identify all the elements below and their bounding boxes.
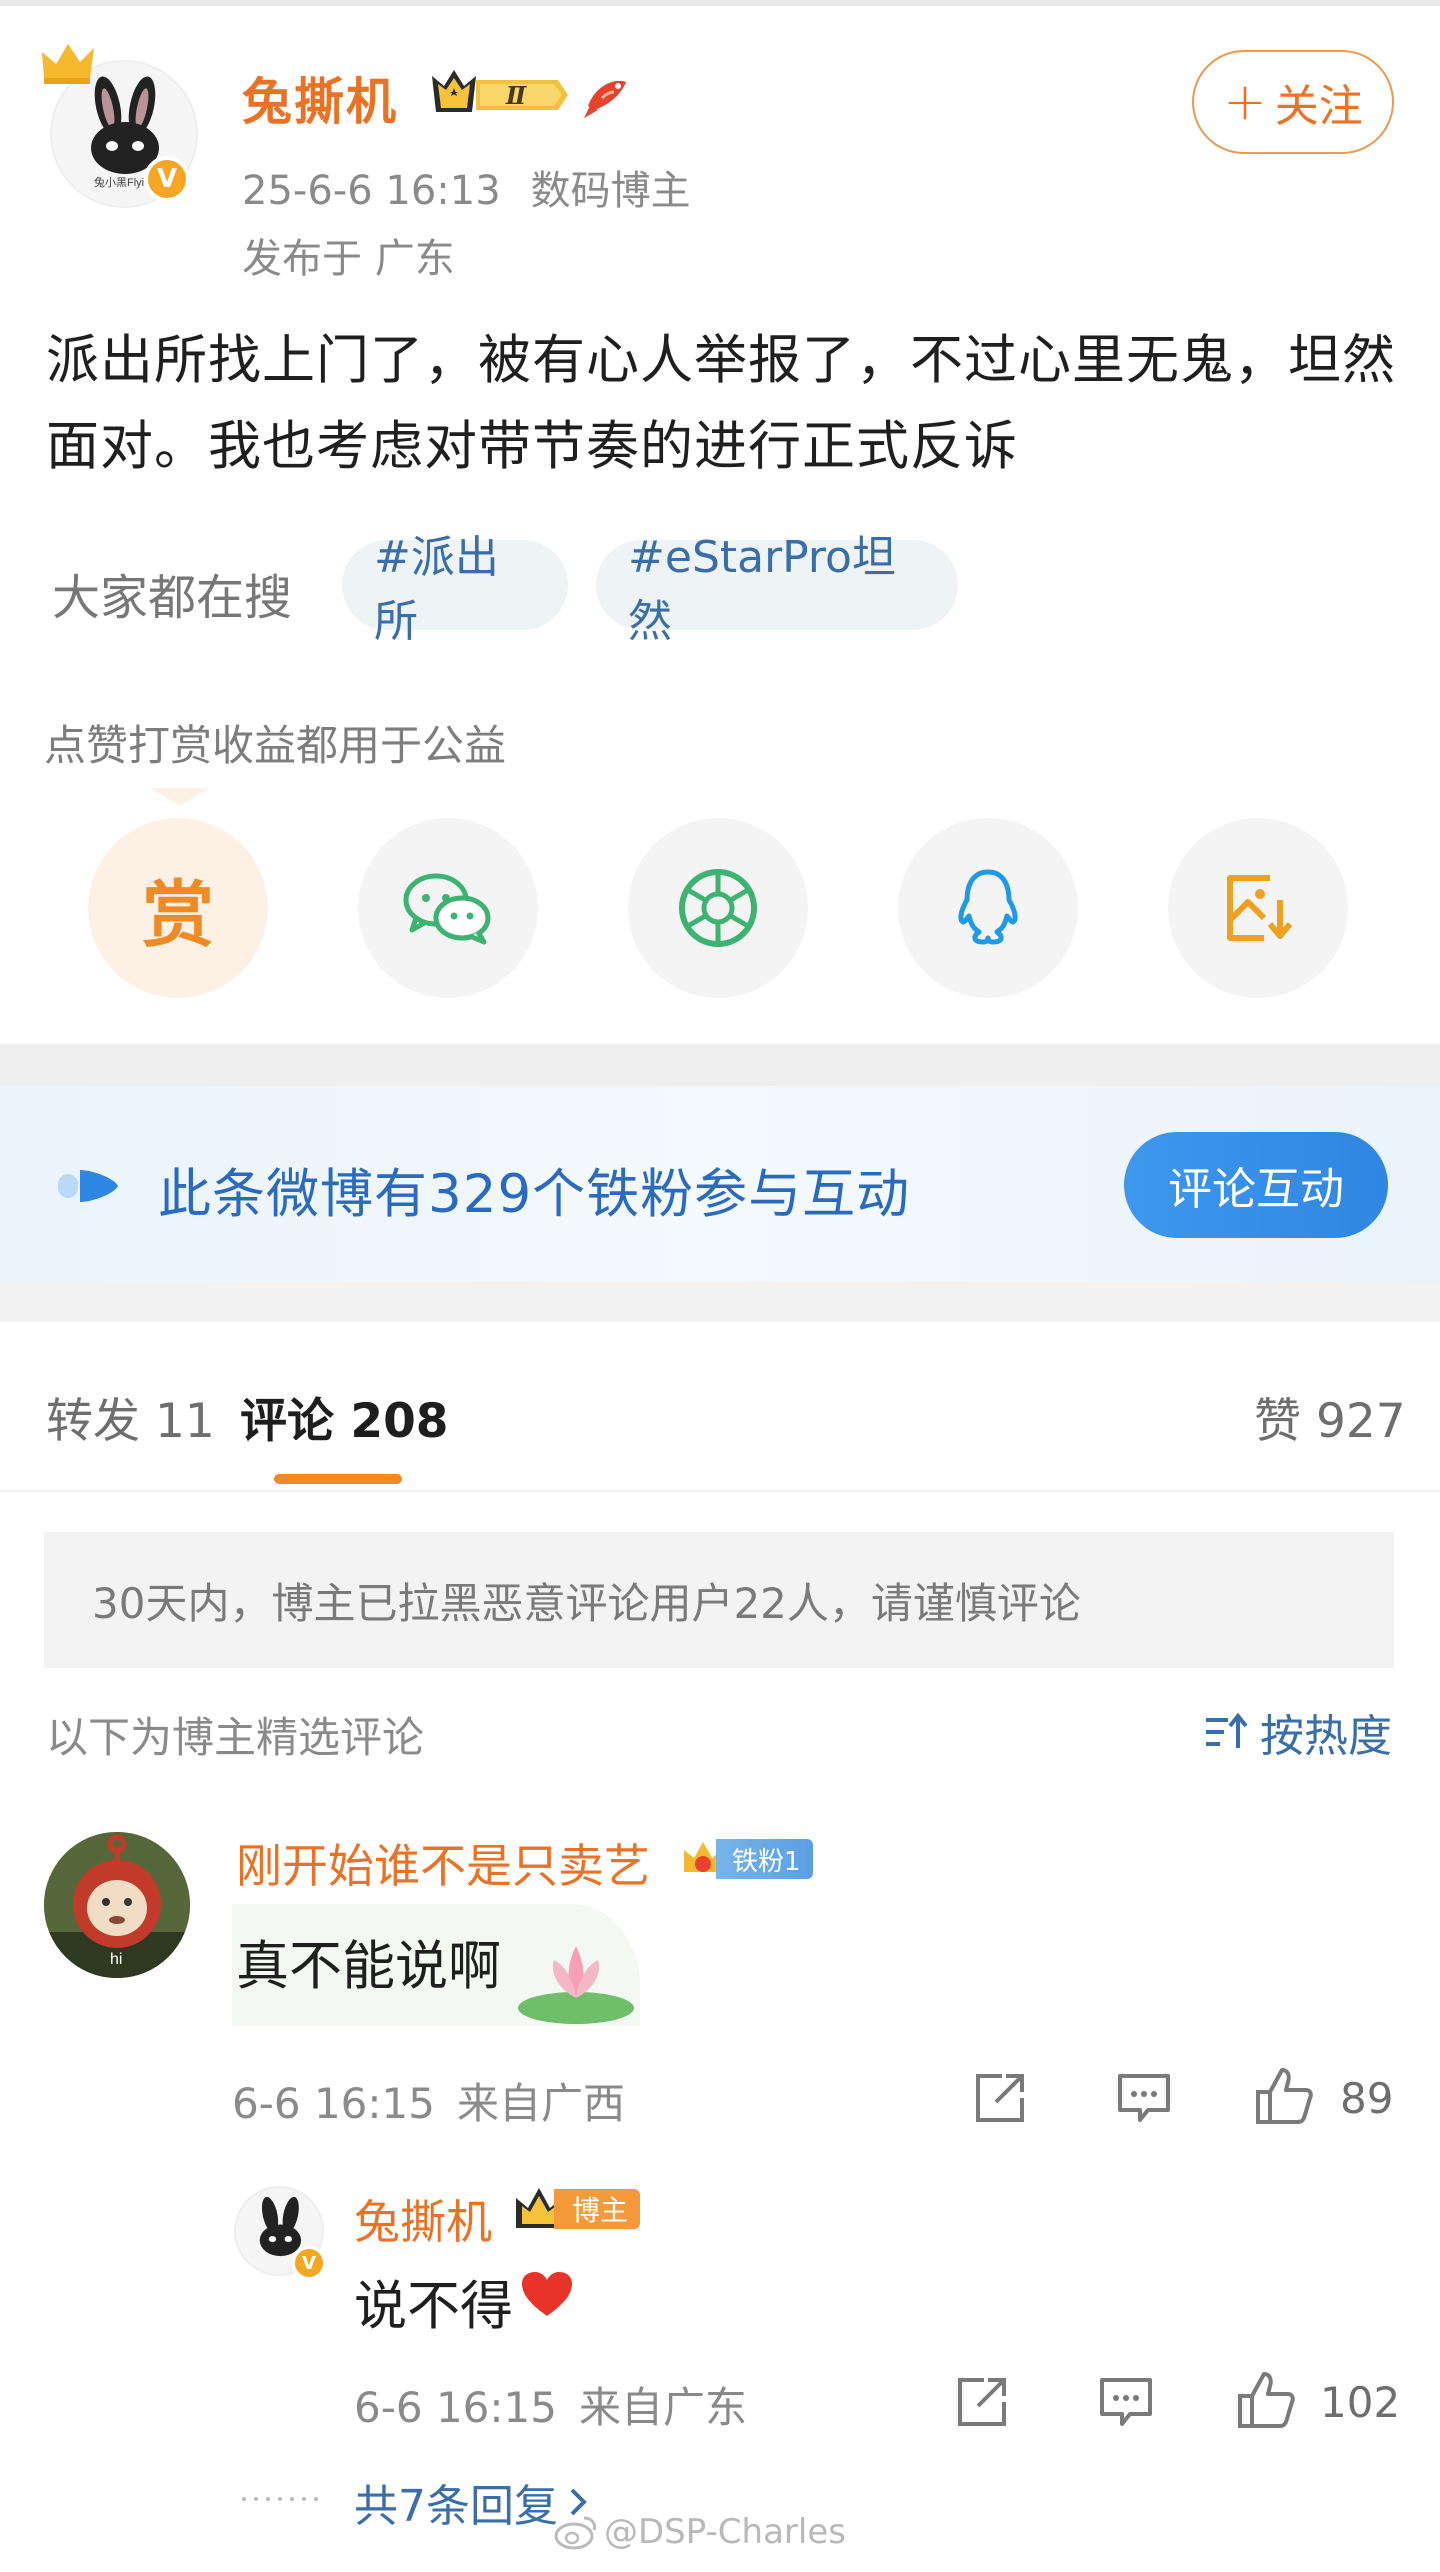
commenter-name[interactable]: 刚开始谁不是只卖艺: [236, 1830, 650, 1896]
sort-label: 按热度: [1260, 1711, 1392, 1762]
share-wechat-button[interactable]: [358, 818, 538, 998]
verified-badge: V: [144, 156, 190, 202]
tab-comment[interactable]: 评论 208: [240, 1382, 448, 1451]
search-tag-police-station[interactable]: #派出所: [342, 532, 568, 647]
tab-like[interactable]: 赞 927: [1254, 1382, 1406, 1451]
heart-icon: [522, 2272, 572, 2316]
qq-icon: [958, 869, 1018, 945]
search-tag-estarpro[interactable]: #eStarPro坦然: [596, 532, 958, 647]
share-reply-icon[interactable]: [952, 2372, 1012, 2432]
avatar-caption: 兔小黑Flyi: [94, 175, 144, 189]
fan-banner-text: 此条微博有329个铁粉参与互动: [158, 1164, 911, 1225]
commenter-avatar-caption: hi: [110, 1951, 122, 1968]
follow-label: 关注: [1274, 81, 1363, 132]
comment-notice: 30天内，博主已拉黑恶意评论用户22人，请谨慎评论: [44, 1532, 1394, 1668]
fan-play-icon: [58, 1170, 118, 1202]
tab-forward[interactable]: 转发 11: [46, 1382, 215, 1451]
watermark-text: @DSP-Charles: [604, 2512, 846, 2552]
comment-time: 6-6 16:15: [232, 2079, 435, 2128]
author-name[interactable]: 兔撕机: [242, 62, 398, 134]
comment-meta: 6-6 16:15 来自广西: [232, 2070, 625, 2131]
section-divider-2: [0, 1282, 1440, 1322]
weibo-logo-icon: [554, 2516, 596, 2550]
reward-button[interactable]: 赏: [88, 818, 268, 998]
share-qq-button[interactable]: [898, 818, 1078, 998]
post-location: 发布于 广东: [242, 236, 455, 282]
reply-location: 来自广东: [579, 2383, 748, 2432]
more-replies-label: 共7条回复: [354, 2481, 558, 2532]
comment-interaction-button[interactable]: 评论互动: [1124, 1132, 1388, 1238]
post-category[interactable]: 数码博主: [531, 168, 691, 214]
tip-arrow: [150, 788, 210, 806]
author-avatar-wrap[interactable]: 兔小黑Flyi V: [38, 38, 198, 208]
reward-icon: 赏: [141, 872, 214, 957]
section-divider: [0, 1044, 1440, 1086]
comment-text: 真不能说啊: [236, 1936, 501, 1997]
author-badge: 博主: [512, 2184, 641, 2234]
sort-icon: [1206, 1712, 1248, 1748]
search-label: 大家都在搜: [52, 570, 293, 626]
tabs-divider: [0, 1490, 1440, 1492]
reply-comment-icon[interactable]: [1114, 2068, 1174, 2128]
follow-button[interactable]: + 关注: [1192, 50, 1394, 154]
thread-dots: [242, 2497, 318, 2501]
reply-text: 说不得: [354, 2276, 513, 2337]
reply-to-reply-icon[interactable]: [1096, 2372, 1156, 2432]
charity-note: 点赞打赏收益都用于公益: [44, 721, 507, 770]
post-time: 25-6-6 16:13: [242, 168, 501, 214]
reply-like-count: 102: [1320, 2378, 1401, 2427]
reply-time: 6-6 16:15: [354, 2383, 557, 2432]
koi-icon: [584, 80, 626, 118]
member-level-badge: Ⅱ: [432, 70, 568, 112]
post-meta: 25-6-6 16:13 数码博主: [242, 158, 691, 216]
moments-icon: [679, 869, 757, 947]
like-reply-icon[interactable]: [1236, 2370, 1296, 2430]
reply-verified-badge: V: [292, 2246, 326, 2280]
selected-comments-label: 以下为博主精选评论: [46, 1713, 425, 1762]
level-text: Ⅱ: [505, 81, 527, 110]
comment-like-count: 89: [1340, 2074, 1394, 2123]
top-strip: [0, 0, 1440, 6]
watermark: @DSP-Charles: [554, 2512, 846, 2552]
iron-fan-badge: 铁粉1: [680, 1836, 813, 1882]
wechat-icon: [403, 873, 491, 945]
commenter-avatar[interactable]: hi: [44, 1832, 190, 1978]
plus-icon: +: [1223, 72, 1267, 132]
reply-author-name[interactable]: 兔撕机: [354, 2186, 492, 2252]
post-text: 派出所找上门了，被有心人举报了，不过心里无鬼，坦然面对。我也考虑对带节奏的进行正…: [46, 330, 1396, 477]
author-badge-label: 博主: [554, 2189, 641, 2229]
save-image-icon: [1227, 875, 1293, 941]
fan-badge-label: 铁粉1: [716, 1839, 813, 1879]
comment-location: 来自广西: [457, 2079, 626, 2128]
active-tab-indicator: [274, 1474, 402, 1484]
save-image-button[interactable]: [1168, 818, 1348, 998]
lotus-decoration: [518, 1946, 634, 2024]
sort-by-hot-button[interactable]: 按热度: [1204, 1700, 1392, 1764]
share-moments-button[interactable]: [628, 818, 808, 998]
reply-meta: 6-6 16:15 来自广东: [354, 2374, 747, 2435]
share-comment-icon[interactable]: [970, 2068, 1030, 2128]
like-comment-icon[interactable]: [1254, 2066, 1314, 2126]
crown-icon: [42, 44, 94, 84]
